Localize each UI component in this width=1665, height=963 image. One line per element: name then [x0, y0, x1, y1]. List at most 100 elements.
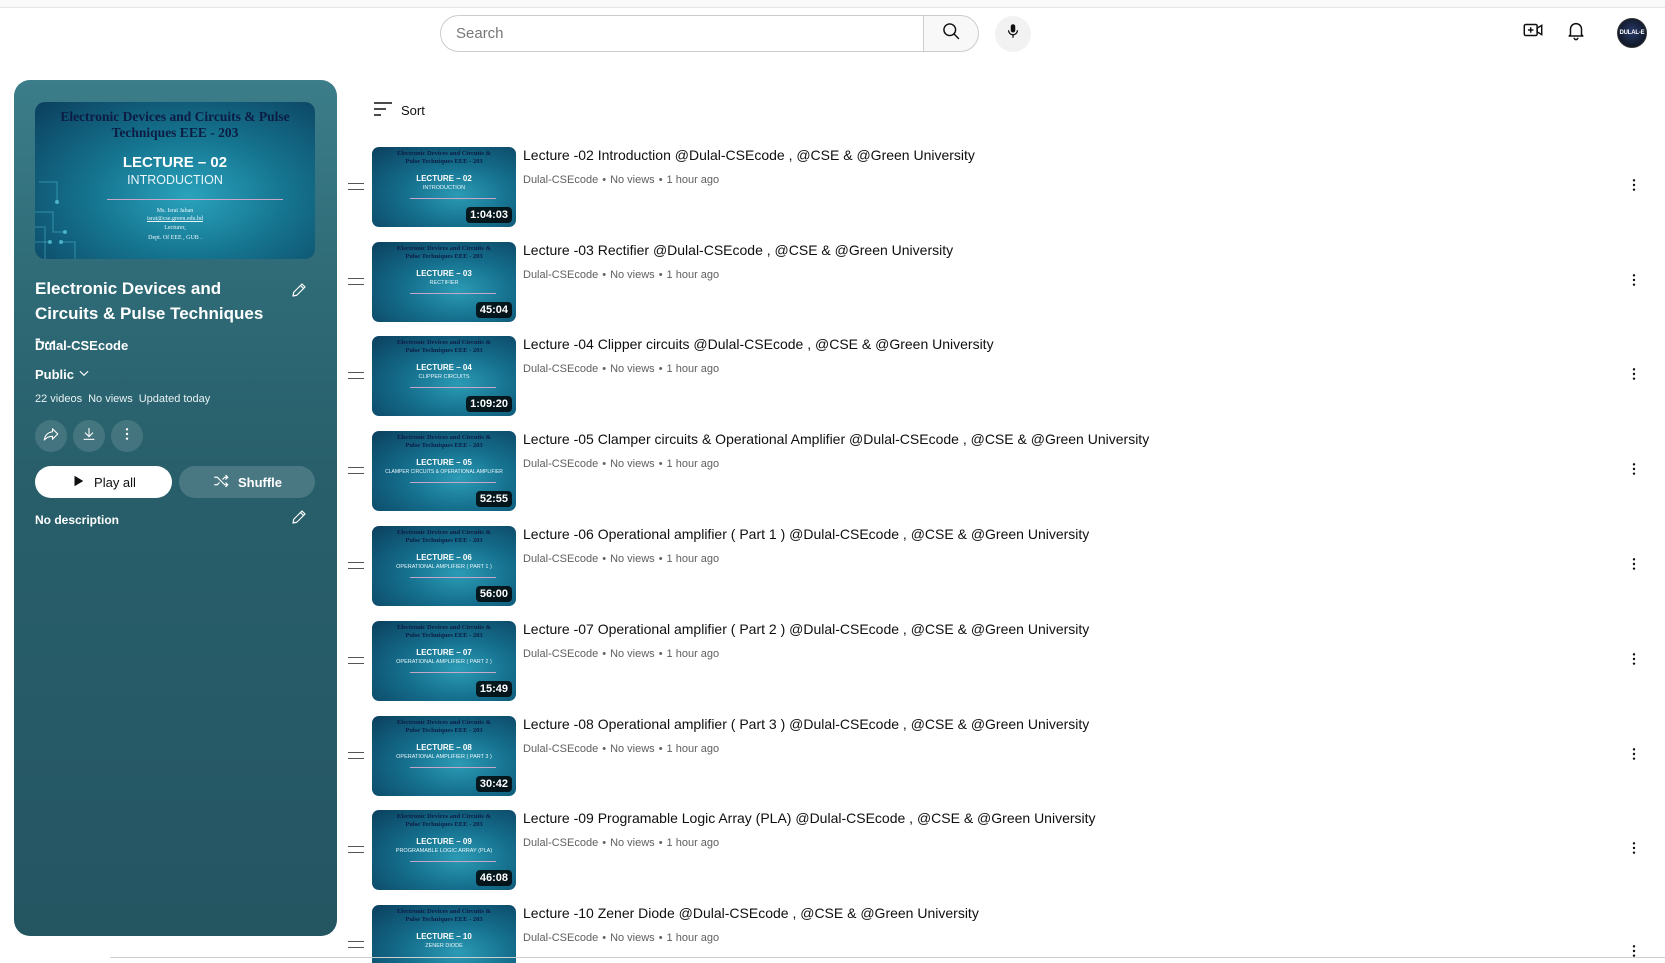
video-views: No views	[610, 458, 655, 470]
play-icon	[71, 474, 85, 491]
create-button[interactable]	[1520, 19, 1546, 45]
video-channel[interactable]: Dulal-CSEcode	[523, 553, 598, 565]
video-menu-button[interactable]	[1624, 554, 1644, 578]
video-title[interactable]: Lecture -06 Operational amplifier ( Part…	[523, 526, 1089, 542]
video-thumbnail[interactable]: Electronic Devices and Circuits & Pulse …	[372, 716, 516, 796]
video-channel[interactable]: Dulal-CSEcode	[523, 174, 598, 186]
edit-description-button[interactable]	[288, 508, 310, 530]
shuffle-icon	[212, 472, 230, 493]
meta-separator: •	[658, 269, 663, 281]
video-title[interactable]: Lecture -08 Operational amplifier ( Part…	[523, 716, 1089, 732]
updated-label: Updated today	[138, 393, 211, 405]
list-item[interactable]: Electronic Devices and Circuits & Pulse …	[340, 147, 1665, 237]
search-input[interactable]	[440, 15, 923, 52]
video-title[interactable]: Lecture -07 Operational amplifier ( Part…	[523, 621, 1089, 637]
video-channel[interactable]: Dulal-CSEcode	[523, 932, 598, 944]
video-title[interactable]: Lecture -10 Zener Diode @Dulal-CSEcode ,…	[523, 905, 979, 921]
thumb-subtitle: CLIPPER CIRCUITS	[418, 374, 470, 380]
voice-search-button[interactable]	[995, 15, 1031, 52]
thumbnail-email: israt@cse.green.edu.bd	[146, 216, 203, 222]
video-channel[interactable]: Dulal-CSEcode	[523, 837, 598, 849]
video-age: 1 hour ago	[666, 743, 720, 755]
video-title[interactable]: Lecture -02 Introduction @Dulal-CSEcode …	[523, 147, 975, 163]
video-meta: Dulal-CSEcode • No views • 1 hour ago	[523, 269, 719, 281]
video-views: No views	[610, 174, 655, 186]
video-menu-button[interactable]	[1624, 838, 1644, 862]
list-item[interactable]: Electronic Devices and Circuits & Pulse …	[340, 810, 1665, 900]
video-title[interactable]: Lecture -03 Rectifier @Dulal-CSEcode , @…	[523, 242, 953, 258]
video-thumbnail[interactable]: Electronic Devices and Circuits & Pulse …	[372, 526, 516, 606]
notifications-button[interactable]	[1563, 19, 1589, 45]
thumb-divider	[410, 861, 496, 862]
drag-handle[interactable]	[348, 183, 364, 190]
video-menu-button[interactable]	[1624, 175, 1644, 199]
edit-title-button[interactable]	[288, 281, 310, 303]
playlist-views: No views	[88, 393, 133, 405]
privacy-label: Public	[35, 367, 75, 382]
video-thumbnail[interactable]: Electronic Devices and Circuits & Pulse …	[372, 431, 516, 511]
privacy-dropdown[interactable]: Public	[35, 366, 91, 383]
video-thumbnail[interactable]: Electronic Devices and Circuits & Pulse …	[372, 621, 516, 701]
video-channel[interactable]: Dulal-CSEcode	[523, 458, 598, 470]
video-menu-button[interactable]	[1624, 459, 1644, 483]
thumb-divider	[410, 387, 496, 388]
thumb-course-line2: Pulse Techniques EEE - 203	[405, 727, 483, 734]
video-channel[interactable]: Dulal-CSEcode	[523, 363, 598, 375]
video-menu-button[interactable]	[1624, 364, 1644, 388]
list-item[interactable]: Electronic Devices and Circuits & Pulse …	[340, 431, 1665, 521]
thumb-course-line1: Electronic Devices and Circuits &	[397, 339, 491, 346]
video-menu-button[interactable]	[1624, 270, 1644, 294]
drag-handle[interactable]	[348, 846, 364, 853]
playlist-thumbnail[interactable]: Electronic Devices and Circuits & Pulse …	[35, 102, 315, 259]
video-menu-button[interactable]	[1624, 744, 1644, 768]
video-title[interactable]: Lecture -09 Programable Logic Array (PLA…	[523, 810, 1096, 826]
drag-handle[interactable]	[348, 372, 364, 379]
video-thumbnail[interactable]: Electronic Devices and Circuits & Pulse …	[372, 905, 516, 963]
video-create-icon	[1522, 19, 1544, 46]
list-item[interactable]: Electronic Devices and Circuits & Pulse …	[340, 621, 1665, 711]
list-item[interactable]: Electronic Devices and Circuits & Pulse …	[340, 905, 1665, 963]
video-thumbnail[interactable]: Electronic Devices and Circuits & Pulse …	[372, 242, 516, 322]
pencil-icon	[290, 281, 308, 304]
video-channel[interactable]: Dulal-CSEcode	[523, 648, 598, 660]
list-item[interactable]: Electronic Devices and Circuits & Pulse …	[340, 526, 1665, 616]
video-views: No views	[610, 932, 655, 944]
video-views: No views	[610, 363, 655, 375]
thumb-lecture: LECTURE – 02	[416, 174, 472, 183]
sort-button[interactable]: Sort	[373, 101, 425, 120]
meta-separator: •	[602, 458, 607, 470]
thumb-course-line1: Electronic Devices and Circuits &	[397, 624, 491, 631]
share-button[interactable]	[35, 420, 67, 452]
drag-handle[interactable]	[348, 467, 364, 474]
video-title[interactable]: Lecture -05 Clamper circuits & Operation…	[523, 431, 1149, 447]
video-title[interactable]: Lecture -04 Clipper circuits @Dulal-CSEc…	[523, 336, 994, 352]
playlist-owner[interactable]: Dulal-CSEcode	[35, 338, 128, 353]
video-age: 1 hour ago	[666, 363, 720, 375]
more-vert-icon	[1626, 177, 1642, 198]
thumb-course-line2: Pulse Techniques EEE - 203	[405, 916, 483, 923]
video-menu-button[interactable]	[1624, 941, 1644, 963]
video-thumbnail[interactable]: Electronic Devices and Circuits & Pulse …	[372, 810, 516, 890]
video-thumbnail[interactable]: Electronic Devices and Circuits & Pulse …	[372, 336, 516, 416]
play-all-button[interactable]: Play all	[35, 466, 172, 498]
video-menu-button[interactable]	[1624, 649, 1644, 673]
drag-handle[interactable]	[348, 562, 364, 569]
list-item[interactable]: Electronic Devices and Circuits & Pulse …	[340, 242, 1665, 332]
playlist-stats: 22 videos No views Updated today	[35, 393, 210, 405]
video-channel[interactable]: Dulal-CSEcode	[523, 743, 598, 755]
meta-separator: •	[658, 932, 663, 944]
download-button[interactable]	[73, 420, 105, 452]
list-item[interactable]: Electronic Devices and Circuits & Pulse …	[340, 716, 1665, 806]
drag-handle[interactable]	[348, 941, 364, 948]
search-button[interactable]	[923, 15, 979, 52]
list-item[interactable]: Electronic Devices and Circuits & Pulse …	[340, 336, 1665, 426]
video-channel[interactable]: Dulal-CSEcode	[523, 269, 598, 281]
drag-handle[interactable]	[348, 278, 364, 285]
video-thumbnail[interactable]: Electronic Devices and Circuits & Pulse …	[372, 147, 516, 227]
shuffle-button[interactable]: Shuffle	[179, 466, 315, 498]
drag-handle[interactable]	[348, 657, 364, 664]
avatar[interactable]: DULAL-E	[1617, 18, 1647, 48]
meta-separator: •	[602, 363, 607, 375]
more-actions-button[interactable]	[111, 420, 143, 452]
drag-handle[interactable]	[348, 752, 364, 759]
